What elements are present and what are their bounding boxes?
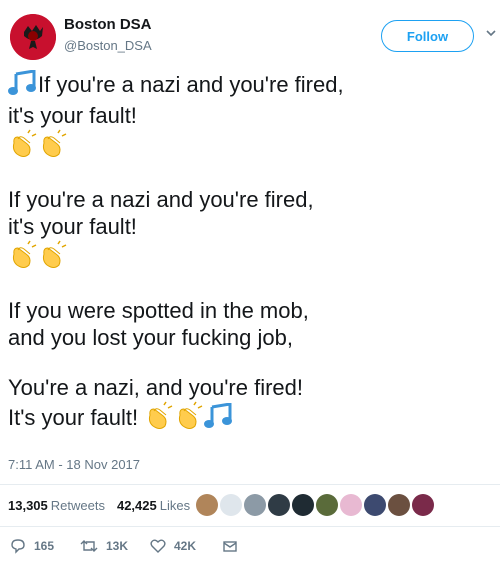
retweet-count: 13K — [106, 539, 129, 553]
clapping-hands-icon — [38, 240, 68, 276]
tweet-text: If you're a nazi and you're fired, it's … — [8, 69, 488, 437]
avatar[interactable] — [244, 494, 266, 516]
avatar[interactable] — [292, 494, 314, 516]
musical-notes-icon — [8, 69, 38, 102]
retweets-label[interactable]: Retweets — [51, 498, 105, 513]
likes-label[interactable]: Likes — [160, 498, 190, 513]
follow-button[interactable]: Follow — [381, 20, 474, 52]
envelope-icon — [223, 541, 237, 552]
clapping-hands-icon — [174, 401, 204, 437]
musical-notes-icon — [204, 402, 234, 435]
avatar[interactable] — [340, 494, 362, 516]
like-button[interactable]: 42K — [150, 534, 196, 558]
tweet-line: it's your fault! — [8, 214, 137, 239]
avatar[interactable] — [220, 494, 242, 516]
avatar[interactable] — [268, 494, 290, 516]
account-handle[interactable]: @Boston_DSA — [64, 38, 152, 53]
tweet-line: If you were spotted in the mob, — [8, 298, 309, 323]
reply-button[interactable]: 165 — [10, 534, 54, 558]
clapping-hands-icon — [8, 240, 38, 276]
clapping-hands-icon — [144, 401, 174, 437]
avatar[interactable] — [364, 494, 386, 516]
clapping-hands-row — [8, 129, 488, 163]
divider — [0, 526, 500, 527]
tweet-stats: 13,305 Retweets 42,425 Likes — [8, 488, 202, 522]
avatar[interactable] — [316, 494, 338, 516]
liker-avatars — [196, 494, 436, 516]
account-name[interactable]: Boston DSA — [64, 16, 152, 33]
tweet-line: It's your fault! — [8, 401, 488, 437]
chevron-down-icon[interactable] — [484, 26, 498, 40]
reply-count: 165 — [34, 539, 55, 553]
tweet-timestamp[interactable]: 7:11 AM - 18 Nov 2017 — [8, 457, 140, 472]
avatar[interactable] — [388, 494, 410, 516]
clapping-hands-icon — [8, 129, 38, 165]
tweet-line: If you're a nazi and you're fired, — [8, 187, 314, 212]
tweet-line: You're a nazi, and you're fired! — [8, 375, 304, 400]
avatar[interactable] — [412, 494, 434, 516]
likes-count[interactable]: 42,425 — [117, 498, 157, 513]
rose-logo-icon — [10, 14, 56, 60]
avatar[interactable] — [196, 494, 218, 516]
retweet-icon — [80, 540, 98, 552]
divider — [0, 484, 500, 485]
tweet-line: and you lost your fucking job, — [8, 325, 293, 350]
avatar[interactable] — [10, 14, 56, 60]
clapping-hands-icon — [38, 129, 68, 165]
tweet-line: If you're a nazi and you're fired, — [8, 69, 488, 102]
tweet-line: it's your fault! — [8, 103, 137, 128]
clapping-hands-row — [8, 240, 488, 274]
tweet-actions: 165 13K 42K — [0, 534, 500, 558]
tweet-header: Boston DSA @Boston_DSA Follow — [0, 0, 500, 66]
message-button[interactable] — [222, 534, 246, 558]
heart-icon — [150, 539, 166, 553]
retweets-count[interactable]: 13,305 — [8, 498, 48, 513]
like-count: 42K — [174, 539, 197, 553]
reply-icon — [11, 539, 25, 554]
retweet-button[interactable]: 13K — [80, 534, 128, 558]
